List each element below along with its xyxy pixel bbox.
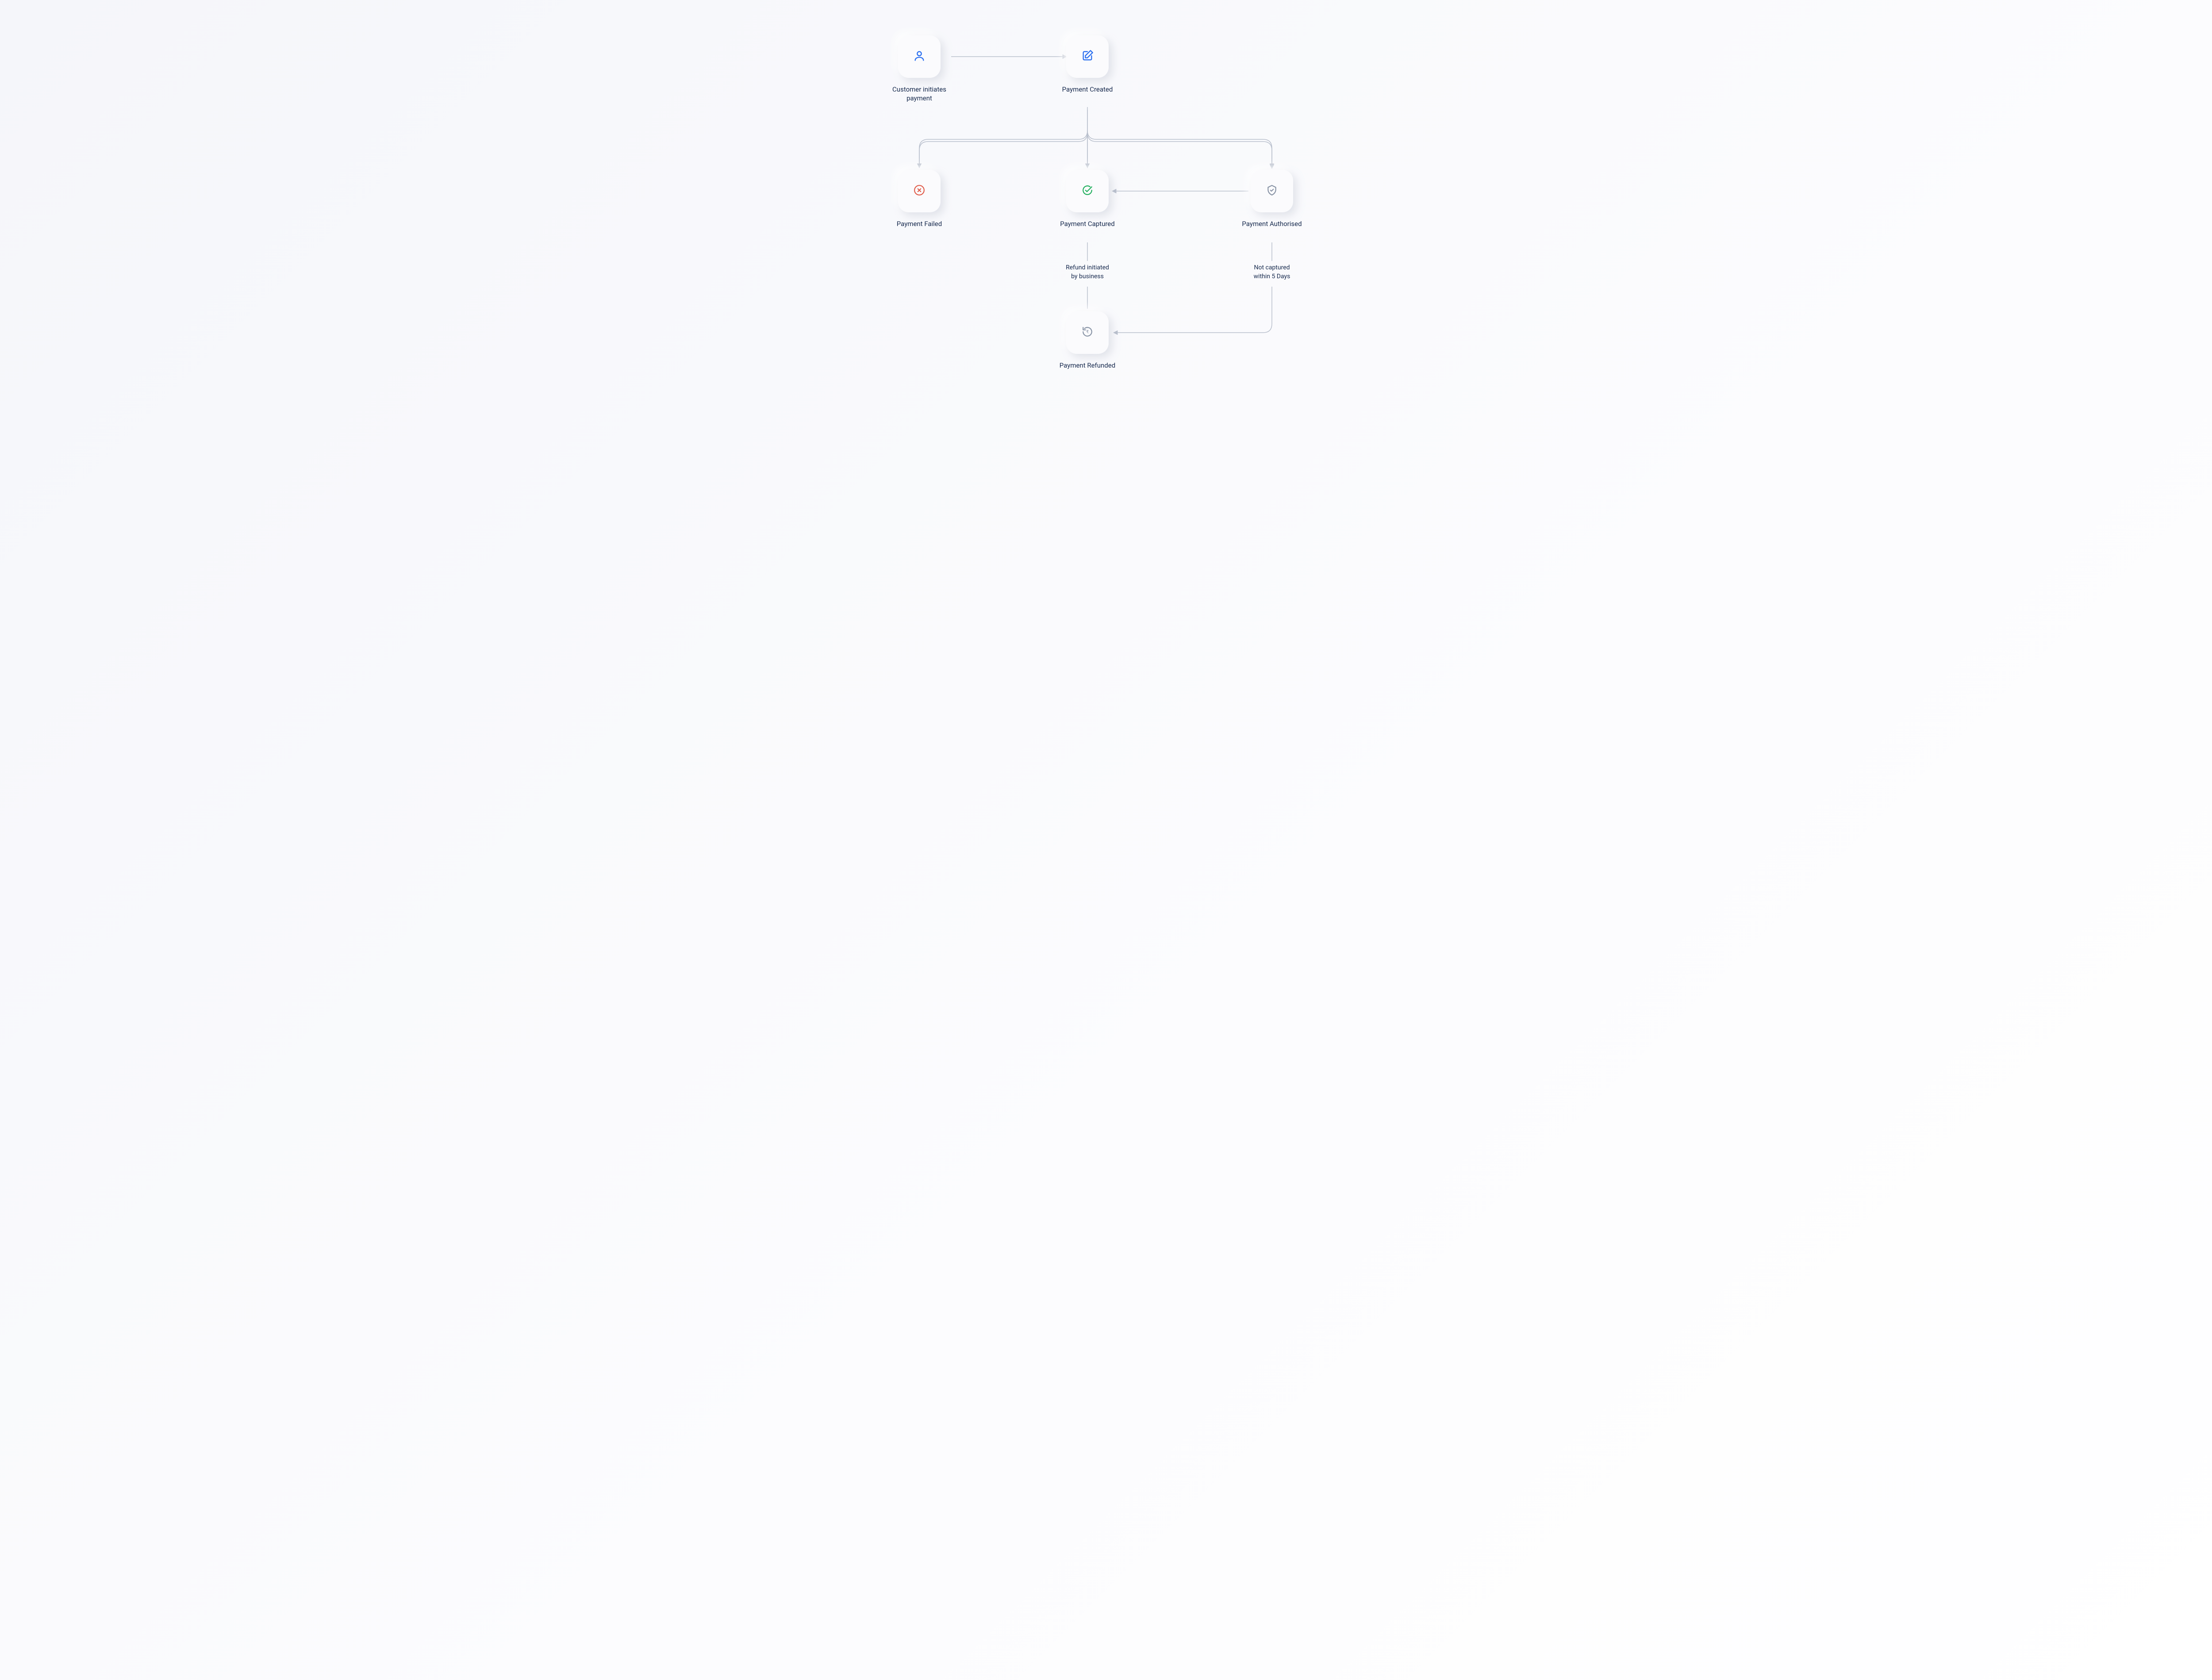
label-payment-captured: Payment Captured [1043,219,1132,228]
node-payment-captured [1066,170,1109,212]
caption-not-captured: Not captured within 5 Days [1232,264,1312,281]
node-payment-failed [898,170,941,212]
label-payment-refunded: Payment Refunded [1043,361,1132,370]
payment-states-diagram: Customer initiates payment Payment Creat… [818,0,1394,420]
check-circle-icon [1082,184,1093,198]
node-payment-authorised [1251,170,1293,212]
refund-icon: ₹ [1082,326,1093,339]
shield-check-icon [1266,184,1278,198]
label-payment-authorised: Payment Authorised [1228,219,1316,228]
edit-icon [1081,50,1094,64]
node-payment-created [1066,35,1109,78]
user-icon [913,50,926,64]
label-payment-created: Payment Created [1043,85,1132,94]
x-circle-icon [914,184,925,198]
node-payment-refunded: ₹ [1066,311,1109,354]
caption-refund-initiated: Refund initiated by business [1048,264,1127,281]
label-customer-initiates: Customer initiates payment [875,85,964,103]
node-customer-initiates [898,35,941,78]
svg-text:₹: ₹ [1086,330,1089,334]
label-payment-failed: Payment Failed [875,219,964,228]
